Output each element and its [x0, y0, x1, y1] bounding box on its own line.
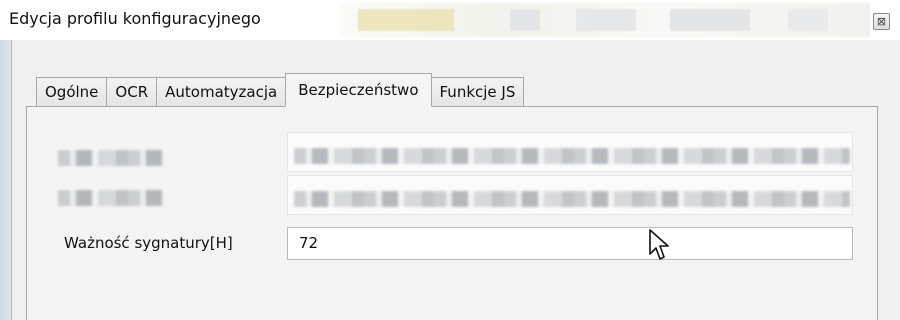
tab-js-functions[interactable]: Funkcje JS	[431, 77, 525, 107]
close-icon: ⊠	[876, 15, 887, 28]
window-titlebar: Edycja profilu konfiguracyjnego ⊠	[0, 0, 900, 40]
redacted-label	[58, 190, 166, 206]
redacted-value	[294, 148, 850, 164]
window-frame-left	[0, 40, 12, 320]
tabstrip: Ogólne OCR Automatyzacja Bezpieczeństwo …	[36, 73, 525, 107]
signature-validity-label: Ważność sygnatury[H]	[64, 234, 233, 252]
tab-label: Bezpieczeństwo	[298, 81, 419, 99]
tab-general[interactable]: Ogólne	[36, 77, 107, 107]
mouse-pointer-icon	[649, 229, 669, 260]
tab-label: Funkcje JS	[439, 83, 516, 101]
blurred-background-toolbar	[340, 3, 870, 37]
tab-label: Automatyzacja	[165, 83, 278, 101]
redacted-value	[294, 191, 850, 207]
tab-ocr[interactable]: OCR	[106, 77, 157, 107]
close-button[interactable]: ⊠	[873, 13, 890, 30]
redacted-label	[58, 150, 166, 166]
tab-label: Ogólne	[45, 83, 99, 101]
window-title: Edycja profilu konfiguracyjnego	[9, 9, 261, 28]
signature-validity-input[interactable]: 72	[287, 227, 853, 260]
tab-automation[interactable]: Automatyzacja	[156, 77, 286, 107]
tab-label: OCR	[115, 83, 149, 101]
tab-security[interactable]: Bezpieczeństwo	[285, 73, 432, 107]
